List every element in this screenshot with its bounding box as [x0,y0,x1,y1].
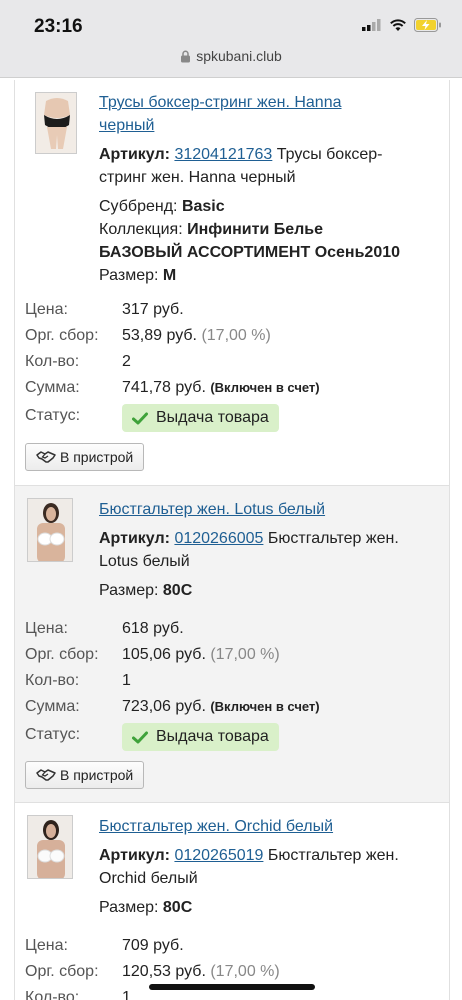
article-name-cont: стринг жен. Hanna черный [99,169,296,186]
qty-value: 1 [122,672,131,689]
size-value: 80C [162,582,193,599]
status-badge: Выдача товара [122,723,279,751]
item-info: Бюстгальтер жен. Orchid белый Артикул: 0… [99,815,444,919]
qty-label: Кол-во: [25,672,80,689]
fee-value: 53,89 руб. [122,327,197,344]
sum-value: 723,06 руб. [122,698,206,715]
order-item: Трусы боксер-стринг жен. Hanna черный Арт… [14,80,450,485]
price-value: 317 руб. [122,301,184,318]
size-label: Размер: [99,899,159,916]
lock-icon [181,50,191,63]
product-photo-icon [28,499,72,561]
checkmark-icon [132,731,148,743]
collection-value: Инфинити Белье [187,221,324,238]
price-label: Цена: [25,937,68,954]
article-name-cont: Orchid белый [99,870,198,887]
product-title-link[interactable]: Трусы боксер-стринг жен. Hanna черный [99,94,341,134]
sum-label: Сумма: [25,379,80,396]
product-image [27,815,73,879]
product-image [35,92,77,154]
qty-value: 1 [122,989,131,1000]
collection-value-cont: БАЗОВЫЙ АССОРТИМЕНТ Осень2010 [99,244,401,261]
attach-button-label: В пристрой [60,767,134,783]
fee-value: 105,06 руб. [122,646,206,663]
price-value: 618 руб. [122,620,184,637]
handshake-icon [36,769,56,781]
article-label: Артикул: [99,530,170,547]
fee-value: 120,53 руб. [122,963,206,980]
status-text: Выдача товара [156,409,269,426]
cellular-signal-icon [362,19,381,31]
item-details-table: Цена: 317 руб. Орг. сбор: 53,89 руб. (17,0… [25,297,320,432]
status-text: Выдача товара [156,728,269,745]
item-info: Бюстгальтер жен. Lotus белый Артикул: 01… [99,498,444,602]
attach-button-label: В пристрой [60,449,134,465]
price-label: Цена: [25,301,68,318]
status-label: Статус: [25,726,81,743]
article-label: Артикул: [99,847,170,864]
included-note: (Включен в счет) [210,699,320,714]
price-label: Цена: [25,620,68,637]
status-badge: Выдача товара [122,404,279,432]
order-item: Бюстгальтер жен. Orchid белый Артикул: 0… [14,803,450,1000]
article-link[interactable]: 0120266005 [174,530,263,547]
item-info: Трусы боксер-стринг жен. Hanna черный Арт… [99,91,444,287]
browser-status-bar: 23:16 spkubani.club [0,0,462,78]
url-text: spkubani.club [196,48,282,64]
article-link[interactable]: 31204121763 [174,146,272,163]
status-label: Статус: [25,407,81,424]
article-name: Бюстгальтер жен. [267,847,399,864]
price-value: 709 руб. [122,937,184,954]
product-title-link[interactable]: Бюстгальтер жен. Lotus белый [99,501,325,518]
product-photo-icon [36,93,76,153]
handshake-icon [36,451,56,463]
fee-percent: (17,00 %) [210,646,280,663]
size-value: 80C [162,899,193,916]
collection-label: Коллекция: [99,221,183,238]
fee-label: Орг. сбор: [25,963,99,980]
size-value: M [162,267,177,284]
article-link[interactable]: 0120265019 [174,847,263,864]
sum-label: Сумма: [25,698,80,715]
qty-label: Кол-во: [25,353,80,370]
attach-button[interactable]: В пристрой [25,761,145,789]
article-label: Артикул: [99,146,170,163]
size-label: Размер: [99,582,159,599]
article-name: Трусы боксер- [276,146,383,163]
product-title-link[interactable]: Бюстгальтер жен. Orchid белый [99,818,333,835]
product-image [27,498,73,562]
fee-percent: (17,00 %) [210,963,280,980]
qty-label: Кол-во: [25,989,80,1000]
wifi-icon [390,18,406,31]
article-name: Бюстгальтер жен. [267,530,399,547]
qty-value: 2 [122,353,131,370]
item-details-table: Цена: 618 руб. Орг. сбор: 105,06 руб. (17,… [25,616,320,751]
subbrand-value: Basic [181,198,225,215]
sum-value: 741,78 руб. [122,379,206,396]
home-indicator[interactable] [149,984,315,990]
fee-label: Орг. сбор: [25,327,99,344]
included-note: (Включен в счет) [210,380,320,395]
checkmark-icon [132,412,148,424]
subbrand-label: Суббренд: [99,198,178,215]
order-item: Бюстгальтер жен. Lotus белый Артикул: 01… [14,486,450,802]
attach-button[interactable]: В пристрой [25,443,145,471]
battery-charging-icon [414,18,441,32]
address-bar[interactable]: spkubani.club [0,48,462,64]
clock: 23:16 [34,16,83,37]
article-name-cont: Lotus белый [99,553,190,570]
product-photo-icon [28,816,72,878]
system-icons [362,18,442,32]
size-label: Размер: [99,267,159,284]
fee-percent: (17,00 %) [201,327,271,344]
fee-label: Орг. сбор: [25,646,99,663]
